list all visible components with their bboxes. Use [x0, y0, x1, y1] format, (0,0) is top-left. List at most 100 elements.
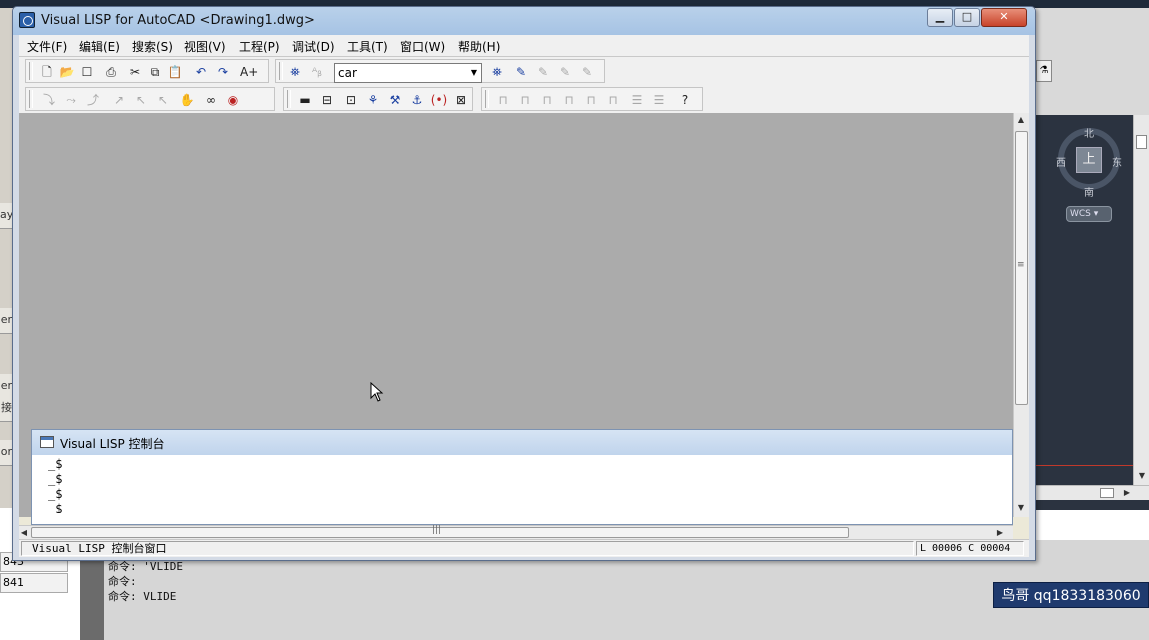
viewport-vertical-scrollbar[interactable]: ▼ [1133, 115, 1149, 485]
find-toolbar-string-icon[interactable]: ⛯ [488, 63, 506, 81]
check-selection-icon[interactable]: ⊓ [560, 91, 578, 109]
previous-bookmark-icon[interactable]: ✎ [556, 63, 574, 81]
complete-word-icon[interactable]: A+ [240, 63, 258, 81]
compass-south: 南 [1084, 188, 1094, 199]
cut-icon[interactable]: ✂ [126, 63, 144, 81]
menu-help[interactable]: 帮助(H) [458, 38, 500, 55]
flask-icon[interactable]: ⚗ [1036, 60, 1052, 82]
console-title: Visual LISP 控制台 [60, 437, 165, 451]
next-bookmark-icon[interactable]: ✎ [534, 63, 552, 81]
toggle-bookmark-icon[interactable]: ✎ [512, 63, 530, 81]
menu-window[interactable]: 窗口(W) [400, 38, 445, 55]
menu-bar: 文件(F) 编辑(E) 搜索(S) 视图(V) 工程(P) 调试(D) 工具(T… [19, 35, 1029, 57]
mdi-vertical-scrollbar[interactable]: ▲ ▼ [1013, 113, 1029, 517]
new-file-icon[interactable]: 🗋 [38, 63, 56, 81]
scroll-right-icon[interactable]: ▶ [1120, 486, 1134, 500]
symbol-service-icon[interactable]: ⚒ [386, 91, 404, 109]
status-bar: Visual LISP 控制台窗口 L 00006 C 00004 [19, 539, 1029, 557]
window-list-icon[interactable]: ⊟ [318, 91, 336, 109]
toolbar-row-1: 🗋 📂 ☐ ⎙ ✂ ⧉ 📋 ↶ ↷ A+ ⛯ ᴬᵦ car ▼ ⛯ ✎ ✎ ✎ … [19, 57, 1029, 85]
coordinate-readout: 841 [0, 573, 68, 593]
load-selection-icon[interactable]: ⊓ [516, 91, 534, 109]
viewport-horizontal-scrollbar[interactable]: ▶ [1036, 485, 1149, 500]
debug-toolbar: ⤵ ⤳ ⤴ ↗ ↖ ↖ ✋ ∞ ◉ [25, 87, 275, 111]
chevron-down-icon[interactable]: ▼ [467, 64, 481, 82]
search-combo-input[interactable]: car ▼ [334, 63, 482, 83]
watch-window-icon[interactable]: (•) [430, 91, 448, 109]
menu-tools[interactable]: 工具(T) [347, 38, 388, 55]
scroll-up-icon[interactable]: ▲ [1014, 113, 1028, 127]
console-window-icon [40, 436, 54, 448]
comment-block-icon[interactable]: ☰ [628, 91, 646, 109]
help-icon[interactable]: ? [676, 91, 694, 109]
visual-lisp-window[interactable]: Visual LISP for AutoCAD <Drawing1.dwg> ▁… [12, 6, 1036, 561]
scroll-thumb[interactable] [31, 525, 849, 538]
close-button[interactable]: ✕ [981, 8, 1027, 27]
find-binoculars-icon[interactable]: ⛯ [286, 63, 304, 81]
redo-icon[interactable]: ↷ [214, 63, 232, 81]
console-prompt: _$ [48, 472, 63, 486]
close-icon: ✕ [999, 10, 1009, 23]
check-edit-icon[interactable]: ⊓ [538, 91, 556, 109]
toggle-breakpoint-icon[interactable]: ✋ [178, 91, 196, 109]
paste-icon[interactable]: 📋 [166, 63, 184, 81]
horizontal-scrollbar[interactable]: ◀ ▶ [19, 525, 1013, 539]
inspect-icon[interactable]: ⊡ [342, 91, 360, 109]
console-prompt: _$ [48, 457, 63, 471]
add-watch-icon[interactable]: ∞ [202, 91, 220, 109]
last-break-icon[interactable]: ◉ [224, 91, 242, 109]
menu-debug[interactable]: 调试(D) [292, 38, 335, 55]
autocad-ribbon-strip [1036, 8, 1149, 115]
title-bar[interactable]: Visual LISP for AutoCAD <Drawing1.dwg> ▁… [13, 7, 1035, 35]
menu-project[interactable]: 工程(P) [239, 38, 280, 55]
clear-bookmarks-icon[interactable]: ✎ [578, 63, 596, 81]
step-over-icon[interactable]: ⤳ [62, 91, 80, 109]
command-line: 命令: VLIDE [108, 590, 177, 603]
continue-icon[interactable]: ↗ [110, 91, 128, 109]
load-active-edit-icon[interactable]: ⊓ [494, 91, 512, 109]
menu-edit[interactable]: 编辑(E) [79, 38, 120, 55]
console-body[interactable]: _$ _$ _$ _$ [32, 455, 1012, 513]
menu-file[interactable]: 文件(F) [27, 38, 67, 55]
reset-icon[interactable]: ↖ [154, 91, 172, 109]
console-title-bar[interactable]: Visual LISP 控制台 [32, 430, 1012, 455]
scroll-right-icon[interactable]: ▶ [993, 526, 1007, 540]
save-icon[interactable]: ☐ [78, 63, 96, 81]
scroll-thumb[interactable] [1100, 488, 1114, 498]
apropos-icon[interactable]: ⚓ [408, 91, 426, 109]
format-selection-icon[interactable]: ⊓ [604, 91, 622, 109]
copy-icon[interactable]: ⧉ [146, 63, 164, 81]
tools-toolbar: ⊓ ⊓ ⊓ ⊓ ⊓ ⊓ ☰ ☰ ? [481, 87, 703, 111]
wcs-dropdown[interactable]: WCS ▾ [1066, 206, 1112, 222]
quit-icon[interactable]: ↖ [132, 91, 150, 109]
replace-icon[interactable]: ᴬᵦ [308, 63, 326, 81]
step-into-icon[interactable]: ⤵ [40, 91, 58, 109]
print-icon[interactable]: ⎙ [102, 63, 120, 81]
scroll-thumb[interactable] [1015, 131, 1028, 405]
minimize-button[interactable]: ▁ [927, 8, 953, 27]
undo-icon[interactable]: ↶ [192, 63, 210, 81]
standard-toolbar: 🗋 📂 ☐ ⎙ ✂ ⧉ 📋 ↶ ↷ A+ [25, 59, 269, 83]
scroll-down-icon[interactable]: ▼ [1135, 469, 1149, 483]
open-folder-icon[interactable]: 📂 [58, 63, 76, 81]
compass-west: 西 [1056, 158, 1066, 169]
console-window[interactable]: Visual LISP 控制台 _$ _$ _$ _$ [31, 429, 1013, 525]
cursor-position: L 00006 C 00004 [916, 541, 1024, 556]
inspect-window-icon[interactable]: ⊠ [452, 91, 470, 109]
menu-search[interactable]: 搜索(S) [132, 38, 173, 55]
search-toolbar: ⛯ ᴬᵦ car ▼ ⛯ ✎ ✎ ✎ ✎ [275, 59, 605, 83]
scroll-left-icon[interactable]: ◀ [17, 526, 31, 540]
uncomment-block-icon[interactable]: ☰ [650, 91, 668, 109]
maximize-icon: □ [961, 10, 973, 23]
command-line: 命令: [108, 575, 137, 588]
step-out-icon[interactable]: ⤴ [84, 91, 102, 109]
viewcube-top-face[interactable]: 上 [1076, 147, 1102, 173]
compass-east: 东 [1112, 158, 1122, 169]
scroll-thumb[interactable] [1136, 135, 1147, 149]
scroll-down-icon[interactable]: ▼ [1014, 501, 1028, 515]
menu-view[interactable]: 视图(V) [184, 38, 226, 55]
trace-icon[interactable]: ⚘ [364, 91, 382, 109]
format-edit-icon[interactable]: ⊓ [582, 91, 600, 109]
maximize-button[interactable]: □ [954, 8, 980, 27]
activate-autocad-icon[interactable]: ▬ [296, 91, 314, 109]
